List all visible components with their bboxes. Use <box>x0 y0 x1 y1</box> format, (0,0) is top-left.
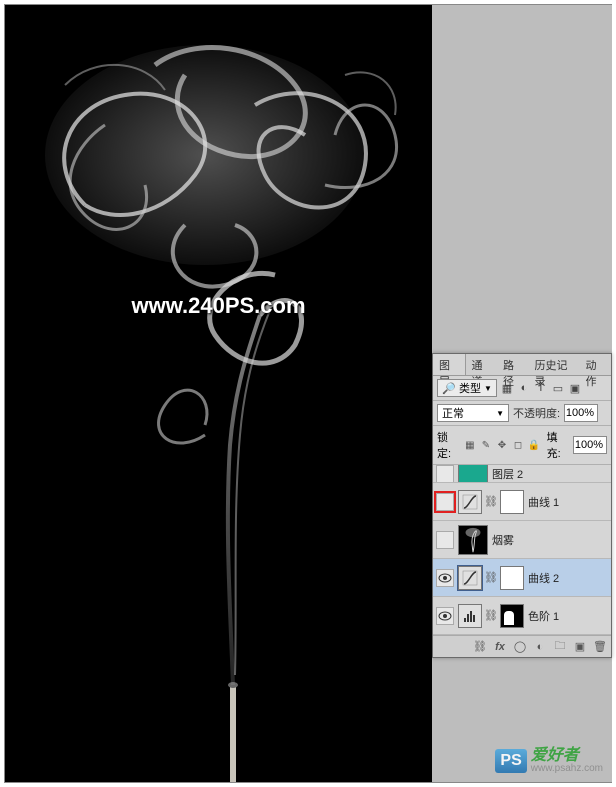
visibility-toggle[interactable] <box>436 531 454 549</box>
adjustment-icon[interactable]: ◐ <box>533 640 547 654</box>
link-layers-icon[interactable]: ⛓ <box>473 640 487 654</box>
filter-kind-label: 类型 <box>459 380 481 396</box>
folder-icon[interactable]: 🗀 <box>553 640 567 654</box>
fx-icon[interactable]: fx <box>493 640 507 654</box>
layer-row[interactable]: 图层 2 <box>433 465 611 483</box>
visibility-toggle[interactable] <box>436 493 454 511</box>
layer-row[interactable]: 烟雾 <box>433 521 611 559</box>
opacity-value: 100% <box>566 407 594 419</box>
eye-icon <box>438 611 452 621</box>
blend-row: 正常 ▼ 不透明度: 100% <box>433 401 611 426</box>
lock-label: 锁定: <box>437 429 460 461</box>
panel-tabs: 图层 通道 路径 历史记录 动作 <box>433 354 611 376</box>
filter-text-icon[interactable]: T <box>534 381 548 395</box>
lock-all-icon[interactable]: 🔒 <box>528 438 541 452</box>
visibility-toggle[interactable] <box>436 607 454 625</box>
layer-name: 曲线 1 <box>528 494 559 510</box>
new-layer-icon[interactable]: ▣ <box>573 640 587 654</box>
layer-name: 图层 2 <box>492 466 523 482</box>
filter-pixel-icon[interactable]: ▦ <box>500 381 514 395</box>
opacity-label: 不透明度: <box>513 405 560 421</box>
layer-thumbnail[interactable] <box>458 525 488 555</box>
lock-transparency-icon[interactable]: ▦ <box>463 438 476 452</box>
layer-row[interactable]: ⛓ 曲线 1 <box>433 483 611 521</box>
layer-name: 色阶 1 <box>528 608 559 624</box>
layer-row[interactable]: ⛓ 曲线 2 <box>433 559 611 597</box>
adjustment-thumbnail[interactable] <box>458 604 482 628</box>
layers-panel: 图层 通道 路径 历史记录 动作 🔎 类型 ▼ ▦ ◐ T ▭ ▣ 正常 ▼ 不… <box>432 353 612 658</box>
site-watermark: PS 爱好者 www.psahz.com <box>495 748 603 774</box>
filter-shape-icon[interactable]: ▭ <box>551 381 565 395</box>
layer-name: 曲线 2 <box>528 570 559 586</box>
trash-icon[interactable]: 🗑 <box>593 640 607 654</box>
watermark-cn: 爱好者 <box>531 748 603 764</box>
levels-icon <box>462 608 478 624</box>
layer-filter-row: 🔎 类型 ▼ ▦ ◐ T ▭ ▣ <box>433 376 611 401</box>
fill-label: 填充: <box>547 429 570 461</box>
layer-row[interactable]: ⛓ 色阶 1 <box>433 597 611 635</box>
canvas: www.240PS.com <box>5 5 432 782</box>
lock-artboard-icon[interactable]: ◻ <box>512 438 525 452</box>
image-watermark: www.240PS.com <box>131 293 305 319</box>
link-icon: ⛓ <box>486 495 496 509</box>
visibility-toggle[interactable] <box>436 465 454 483</box>
chevron-down-icon: ▼ <box>496 409 504 418</box>
tab-paths[interactable]: 路径 <box>497 354 529 375</box>
blend-mode-value: 正常 <box>442 405 464 421</box>
search-icon: 🔎 <box>442 381 456 395</box>
adjustment-thumbnail[interactable] <box>458 490 482 514</box>
visibility-toggle[interactable] <box>436 569 454 587</box>
tab-layers[interactable]: 图层 <box>433 354 466 375</box>
tab-channels[interactable]: 通道 <box>466 354 498 375</box>
mask-icon[interactable]: ◯ <box>513 640 527 654</box>
mask-thumbnail[interactable] <box>500 604 524 628</box>
lock-brush-icon[interactable]: ✎ <box>479 438 492 452</box>
mask-thumbnail[interactable] <box>500 566 524 590</box>
curves-icon <box>462 570 478 586</box>
tab-actions[interactable]: 动作 <box>580 354 612 375</box>
tab-history[interactable]: 历史记录 <box>529 354 580 375</box>
filter-kind-select[interactable]: 🔎 类型 ▼ <box>437 379 497 397</box>
fill-value: 100% <box>575 439 603 451</box>
eye-icon <box>438 573 452 583</box>
layer-list: 图层 2 ⛓ 曲线 1 烟雾 <box>433 465 611 635</box>
filter-adjust-icon[interactable]: ◐ <box>517 381 531 395</box>
curves-icon <box>462 494 478 510</box>
layer-name: 烟雾 <box>492 532 514 548</box>
filter-smart-icon[interactable]: ▣ <box>568 381 582 395</box>
panel-footer: ⛓ fx ◯ ◐ 🗀 ▣ 🗑 <box>433 635 611 657</box>
adjustment-thumbnail[interactable] <box>458 566 482 590</box>
fill-input[interactable]: 100% <box>573 436 607 454</box>
watermark-url: www.psahz.com <box>531 764 603 774</box>
blend-mode-select[interactable]: 正常 ▼ <box>437 404 509 422</box>
smoke-image <box>5 5 432 782</box>
mask-thumbnail[interactable] <box>500 490 524 514</box>
layer-thumbnail[interactable] <box>458 465 488 483</box>
ps-badge: PS <box>495 749 526 773</box>
link-icon: ⛓ <box>486 571 496 585</box>
lock-move-icon[interactable]: ✥ <box>495 438 508 452</box>
chevron-down-icon: ▼ <box>484 384 492 393</box>
opacity-input[interactable]: 100% <box>564 404 598 422</box>
link-icon: ⛓ <box>486 609 496 623</box>
lock-row: 锁定: ▦ ✎ ✥ ◻ 🔒 填充: 100% <box>433 426 611 465</box>
